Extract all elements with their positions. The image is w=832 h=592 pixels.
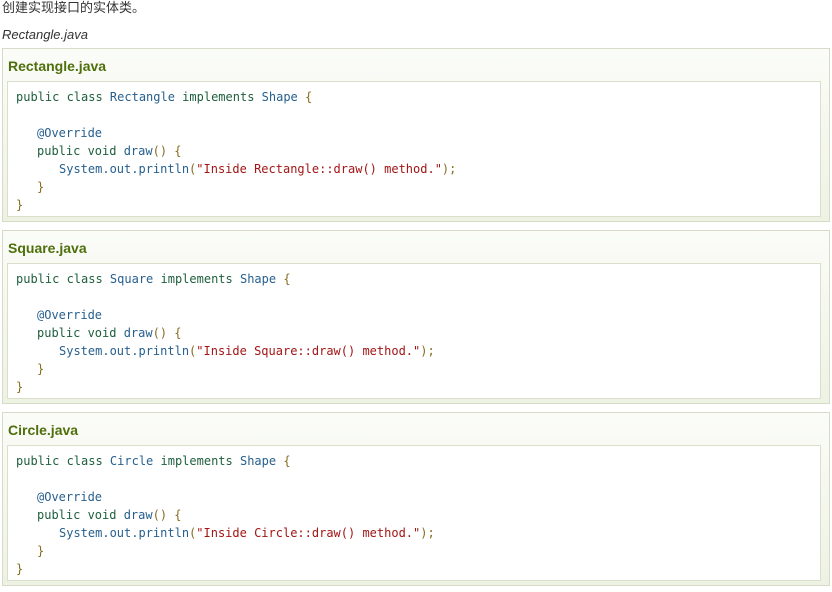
file-label: Rectangle.java — [2, 27, 88, 42]
code-line: } — [37, 178, 44, 196]
method-name-token: draw — [123, 144, 153, 158]
example-title: Rectangle.java — [8, 58, 107, 74]
method-name-token: draw — [123, 326, 153, 340]
brace-token: { — [276, 272, 291, 286]
code-example-square: Square.java public class Square implemen… — [2, 230, 830, 404]
annotation-token: @Override — [37, 126, 103, 140]
class-name-token: Square — [109, 272, 154, 286]
class-name-token: Rectangle — [109, 90, 175, 104]
brace-token: } — [37, 362, 45, 376]
code-line: System.out.println("Inside Rectangle::dr… — [59, 160, 456, 178]
code-block[interactable]: public class Square implements Shape { @… — [7, 263, 821, 399]
string-token: "Inside Rectangle::draw() method." — [196, 162, 442, 176]
code-line: } — [16, 196, 23, 214]
annotation-token: @Override — [37, 308, 103, 322]
keyword-token: implements — [153, 454, 240, 468]
string-token: "Inside Circle::draw() method." — [196, 526, 421, 540]
code-line: public class Circle implements Shape { — [16, 452, 291, 470]
paren-token: ); — [420, 344, 435, 358]
interface-name-token: Shape — [239, 454, 277, 468]
code-line: public void draw() { — [37, 142, 182, 160]
interface-name-token: Shape — [239, 272, 277, 286]
code-line: } — [16, 378, 23, 396]
code-example-circle: Circle.java public class Circle implemen… — [2, 412, 830, 586]
code-block[interactable]: public class Rectangle implements Shape … — [7, 81, 821, 217]
keyword-token: public class — [16, 90, 110, 104]
brace-token: { — [276, 454, 291, 468]
call-token: System.out.println — [59, 344, 190, 358]
method-name-token: draw — [123, 508, 153, 522]
code-line: @Override — [37, 124, 102, 142]
code-line: System.out.println("Inside Square::draw(… — [59, 342, 435, 360]
code-line: public class Square implements Shape { — [16, 270, 291, 288]
code-line: @Override — [37, 306, 102, 324]
brace-token: { — [297, 90, 313, 104]
interface-name-token: Shape — [261, 90, 298, 104]
example-title: Circle.java — [8, 422, 79, 438]
paren-token: () { — [152, 326, 182, 340]
code-line: public void draw() { — [37, 324, 182, 342]
keyword-token: public void — [37, 326, 124, 340]
brace-token: } — [16, 198, 24, 212]
intro-text: 创建实现接口的实体类。 — [2, 1, 146, 16]
brace-token: } — [37, 544, 45, 558]
keyword-token: public void — [37, 508, 124, 522]
code-line: } — [37, 360, 44, 378]
code-line: } — [37, 542, 44, 560]
keyword-token: implements — [153, 272, 240, 286]
paren-token: ); — [420, 526, 435, 540]
call-token: System.out.println — [59, 526, 190, 540]
code-line: public class Rectangle implements Shape … — [16, 88, 312, 106]
paren-token: () { — [152, 508, 182, 522]
paren-token: ); — [441, 162, 457, 176]
code-block[interactable]: public class Circle implements Shape { @… — [7, 445, 821, 581]
code-line: public void draw() { — [37, 506, 182, 524]
brace-token: } — [16, 380, 24, 394]
paren-token: () { — [152, 144, 182, 158]
keyword-token: public class — [16, 454, 110, 468]
code-line: } — [16, 560, 23, 578]
keyword-token: public void — [37, 144, 124, 158]
code-line: @Override — [37, 488, 102, 506]
call-token: System.out.println — [59, 162, 190, 176]
brace-token: } — [16, 562, 24, 576]
class-name-token: Circle — [109, 454, 154, 468]
code-example-rectangle: Rectangle.java public class Rectangle im… — [2, 48, 830, 222]
annotation-token: @Override — [37, 490, 103, 504]
keyword-token: implements — [174, 90, 262, 104]
code-line: System.out.println("Inside Circle::draw(… — [59, 524, 435, 542]
example-title: Square.java — [8, 240, 87, 256]
string-token: "Inside Square::draw() method." — [196, 344, 421, 358]
keyword-token: public class — [16, 272, 110, 286]
brace-token: } — [37, 180, 45, 194]
